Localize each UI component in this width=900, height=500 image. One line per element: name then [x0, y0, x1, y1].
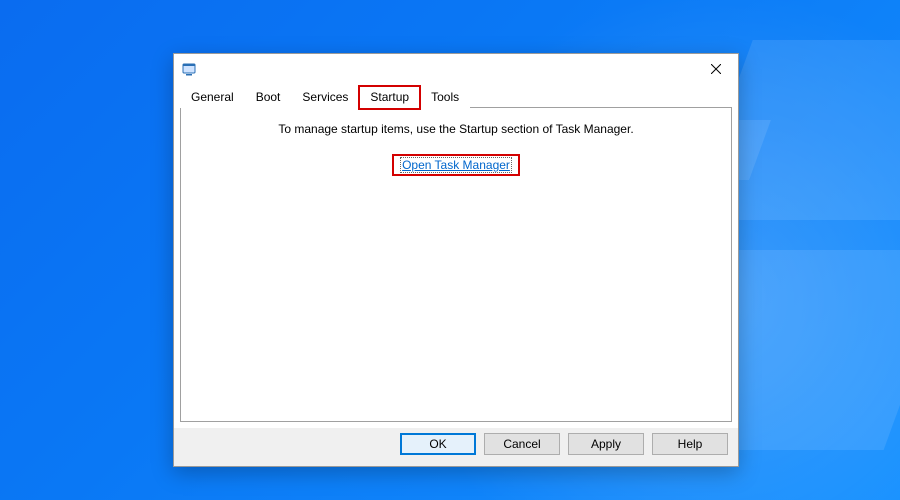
apply-button[interactable]: Apply: [568, 433, 644, 455]
cancel-button[interactable]: Cancel: [484, 433, 560, 455]
tab-tools[interactable]: Tools: [420, 86, 470, 108]
titlebar[interactable]: [174, 54, 738, 84]
info-text: To manage startup items, use the Startup…: [278, 122, 633, 136]
open-task-manager-link[interactable]: Open Task Manager: [400, 157, 512, 173]
startup-panel: To manage startup items, use the Startup…: [180, 108, 732, 422]
tab-boot[interactable]: Boot: [245, 86, 292, 108]
tab-strip: General Boot Services Startup Tools: [174, 84, 738, 108]
tab-general[interactable]: General: [180, 86, 245, 108]
desktop: General Boot Services Startup Tools To m…: [0, 0, 900, 500]
close-button[interactable]: [693, 54, 738, 84]
tab-startup[interactable]: Startup: [359, 86, 420, 109]
app-icon: [180, 59, 200, 79]
ok-button[interactable]: OK: [400, 433, 476, 455]
tab-services[interactable]: Services: [291, 86, 359, 108]
link-highlight: Open Task Manager: [392, 154, 520, 176]
dialog-buttons: OK Cancel Apply Help: [174, 428, 738, 466]
msconfig-window: General Boot Services Startup Tools To m…: [173, 53, 739, 467]
help-button[interactable]: Help: [652, 433, 728, 455]
close-icon: [711, 64, 721, 74]
